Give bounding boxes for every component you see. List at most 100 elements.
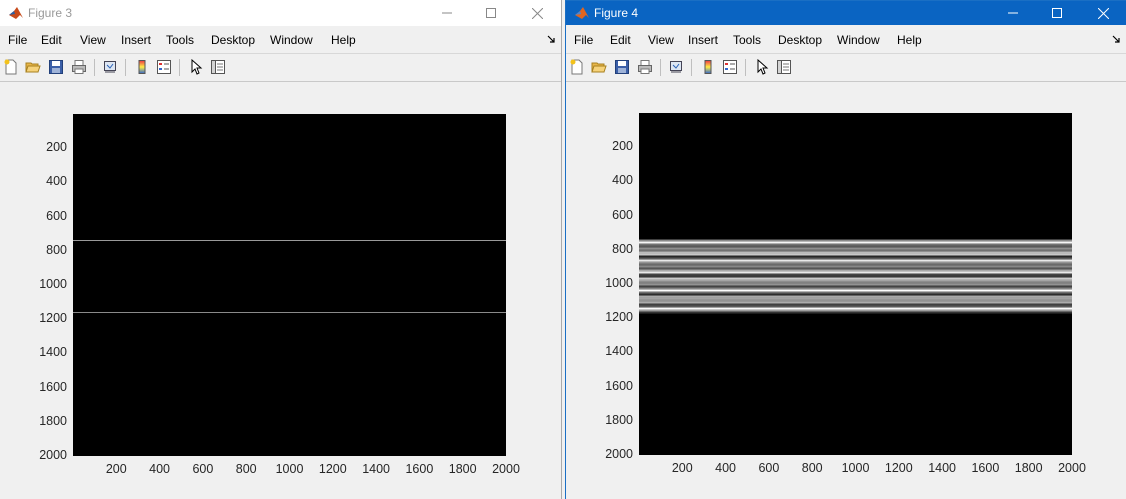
band-stripe <box>639 301 1072 304</box>
x-tick-label: 1000 <box>841 461 870 475</box>
menu-bar: File Edit View Insert Tools Desktop Wind… <box>0 29 561 51</box>
band-stripe <box>639 311 1072 314</box>
menu-view[interactable]: View <box>648 33 674 47</box>
band-stripe <box>639 291 1072 294</box>
minimize-icon <box>442 12 452 14</box>
band-stripe <box>639 245 1072 248</box>
open-file-icon[interactable] <box>590 58 608 76</box>
band-stripe <box>639 297 1072 300</box>
x-tick-label: 1400 <box>362 462 390 476</box>
x-tick-label: 200 <box>105 462 127 476</box>
x-tick-label: 200 <box>671 461 693 475</box>
x-tick-label: 400 <box>715 461 737 475</box>
y-tick-label: 1000 <box>39 277 67 291</box>
edit-plot-arrow-icon[interactable] <box>187 58 205 76</box>
dock-arrow-icon[interactable] <box>547 35 555 43</box>
y-tick-label: 1800 <box>605 412 633 427</box>
minimize-icon <box>1008 12 1018 14</box>
menu-window[interactable]: Window <box>270 33 313 47</box>
property-inspector-icon[interactable] <box>209 58 227 76</box>
x-tick-label: 1000 <box>275 462 304 476</box>
band-stripe <box>639 305 1072 308</box>
x-tick-label: 1200 <box>884 461 913 475</box>
property-inspector-icon[interactable] <box>775 58 793 76</box>
close-icon <box>1097 7 1109 19</box>
striped-band-image <box>639 239 1072 314</box>
y-tick-label: 200 <box>612 139 633 154</box>
y-tick-label: 2000 <box>39 448 67 462</box>
menu-insert[interactable]: Insert <box>121 33 151 47</box>
x-tick-label: 800 <box>235 462 257 476</box>
y-tick-label: 800 <box>612 241 633 256</box>
close-button[interactable] <box>514 0 560 26</box>
toolbar-separator <box>179 59 180 76</box>
menu-tools[interactable]: Tools <box>166 33 194 47</box>
menu-edit[interactable]: Edit <box>41 33 62 47</box>
band-stripe <box>639 295 1072 298</box>
menu-edit[interactable]: Edit <box>610 33 631 47</box>
band-stripe <box>639 249 1072 252</box>
y-tick-label: 1200 <box>39 311 67 326</box>
y-tick-label: 2000 <box>605 447 633 461</box>
x-tick-label: 400 <box>149 462 171 476</box>
menu-tools[interactable]: Tools <box>733 33 761 47</box>
menu-window[interactable]: Window <box>837 33 880 47</box>
toolbar-separator <box>660 59 661 76</box>
menu-file[interactable]: File <box>574 33 593 47</box>
new-figure-icon[interactable] <box>568 58 586 76</box>
menu-file[interactable]: File <box>8 33 27 47</box>
window-title: Figure 4 <box>594 6 639 20</box>
figure3-titlebar[interactable]: Figure 3 <box>0 0 561 26</box>
band-stripe <box>639 263 1072 266</box>
link-plot-icon[interactable] <box>667 58 685 76</box>
menu-help[interactable]: Help <box>897 33 922 47</box>
band-stripe <box>639 271 1072 274</box>
legend-icon[interactable] <box>155 58 173 76</box>
edit-plot-arrow-icon[interactable] <box>753 58 771 76</box>
colorbar-icon[interactable] <box>133 58 151 76</box>
matlab-logo-icon <box>9 7 23 19</box>
minimize-button[interactable] <box>424 0 470 26</box>
x-tick-label: 1400 <box>928 461 956 475</box>
menu-desktop[interactable]: Desktop <box>211 33 255 47</box>
y-tick-label: 400 <box>46 174 67 189</box>
save-icon[interactable] <box>47 58 65 76</box>
x-tick-label: 600 <box>758 461 780 475</box>
open-file-icon[interactable] <box>24 58 42 76</box>
close-button[interactable] <box>1080 1 1126 25</box>
maximize-button[interactable] <box>1034 1 1080 25</box>
band-stripe <box>639 265 1072 268</box>
legend-icon[interactable] <box>721 58 739 76</box>
band-stripe <box>639 269 1072 272</box>
minimize-button[interactable] <box>990 1 1036 25</box>
close-icon <box>531 7 543 19</box>
band-stripe <box>639 283 1072 286</box>
maximize-icon <box>486 8 496 18</box>
menu-insert[interactable]: Insert <box>688 33 718 47</box>
maximize-button[interactable] <box>468 0 514 26</box>
link-plot-icon[interactable] <box>101 58 119 76</box>
figure4-image-axes[interactable] <box>639 113 1072 455</box>
figure4-titlebar[interactable]: Figure 4 <box>566 1 1126 25</box>
print-icon[interactable] <box>70 58 88 76</box>
image-line-upper <box>73 240 506 241</box>
new-figure-icon[interactable] <box>2 58 20 76</box>
y-tick-label: 1400 <box>605 344 633 359</box>
print-icon[interactable] <box>636 58 654 76</box>
band-stripe <box>639 261 1072 264</box>
figure4-window: Figure 4 File Edit View Insert Tools Des… <box>565 0 1126 499</box>
band-stripe <box>639 259 1072 262</box>
menu-help[interactable]: Help <box>331 33 356 47</box>
menu-view[interactable]: View <box>80 33 106 47</box>
y-tick-label: 1800 <box>39 413 67 428</box>
toolbar-separator <box>94 59 95 76</box>
figure3-window: Figure 3 File Edit View Insert Tools Des… <box>0 0 562 499</box>
save-icon[interactable] <box>613 58 631 76</box>
dock-arrow-icon[interactable] <box>1112 35 1120 43</box>
band-stripe <box>639 267 1072 270</box>
colorbar-icon[interactable] <box>699 58 717 76</box>
x-tick-label: 600 <box>192 462 214 476</box>
figure3-image-axes[interactable] <box>73 114 506 456</box>
menu-desktop[interactable]: Desktop <box>778 33 822 47</box>
band-stripe <box>639 273 1072 276</box>
